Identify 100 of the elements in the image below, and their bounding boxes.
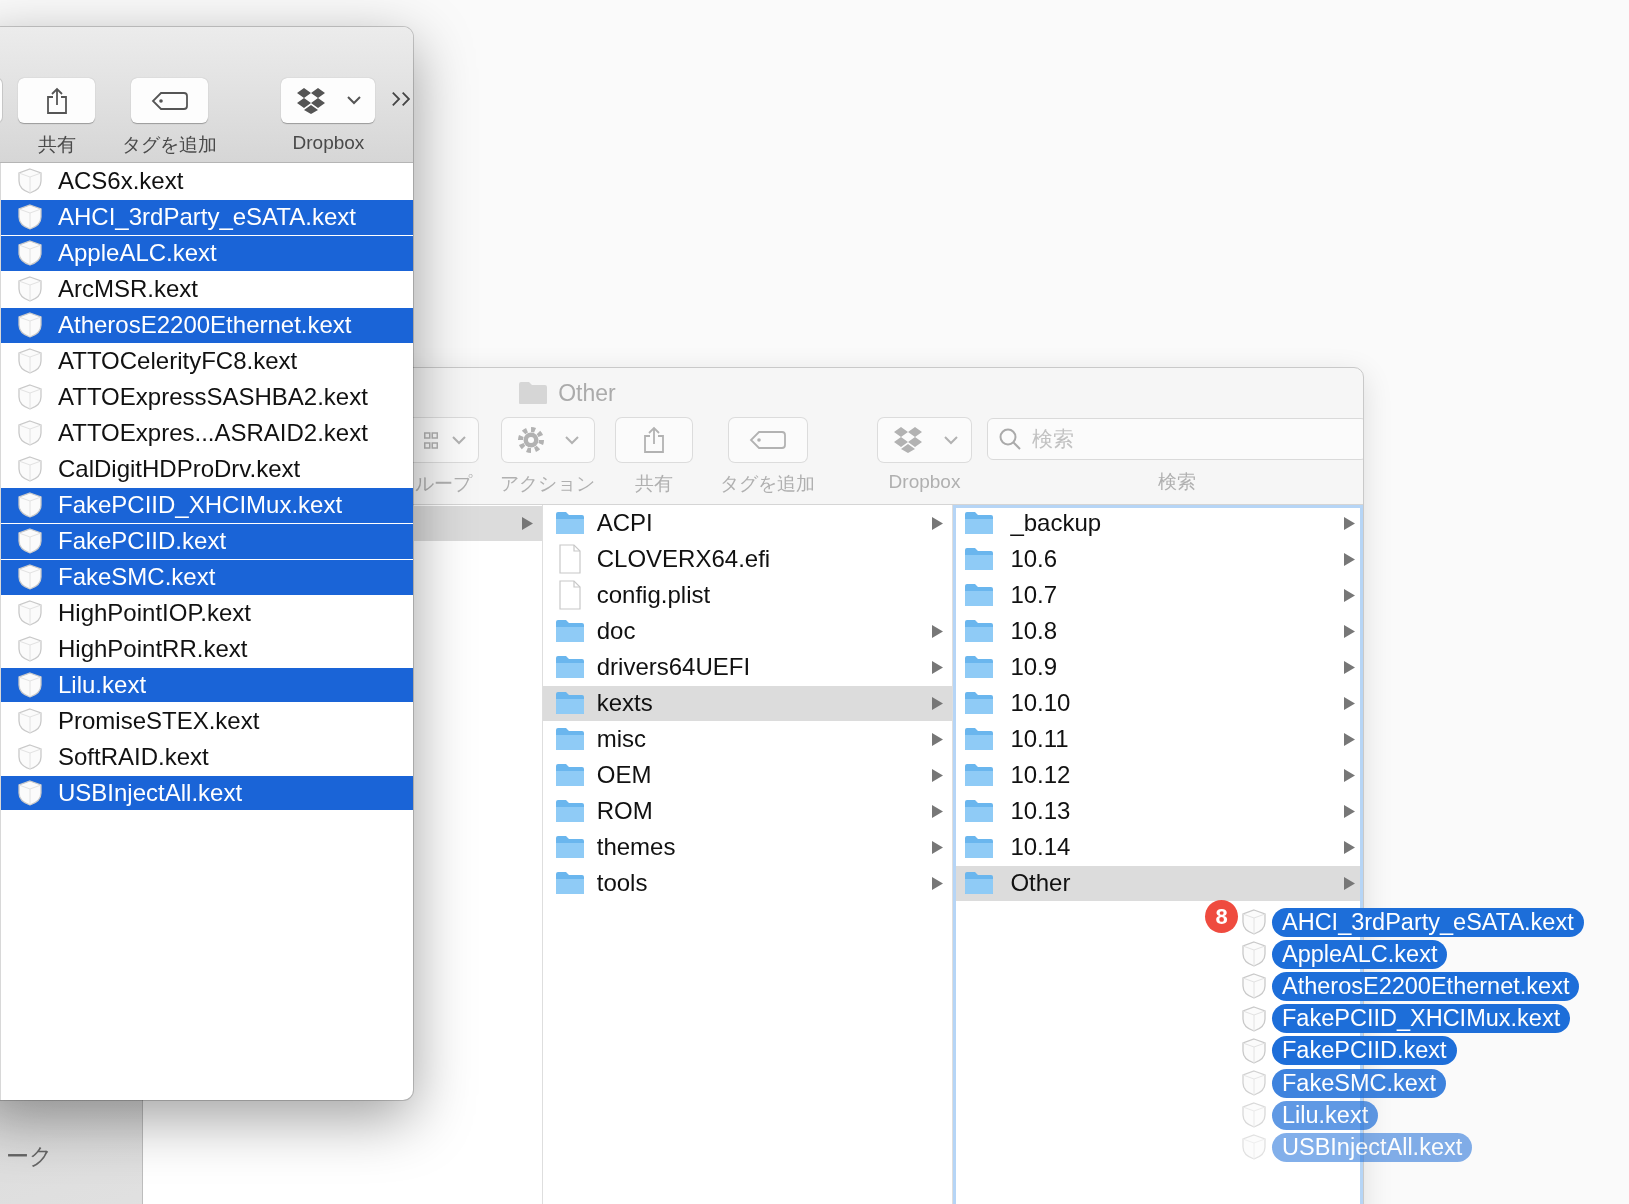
share-icon (45, 86, 68, 115)
tag-icon (150, 90, 189, 111)
folder-row[interactable]: doc (542, 613, 953, 649)
item-name: 10.7 (1010, 581, 1058, 610)
file-row[interactable]: ATTOCelerityFC8.kext (1, 343, 413, 379)
file-row[interactable]: ATTOExpressSASHBA2.kext (1, 379, 413, 415)
sidebar-item[interactable]: ーク (6, 1143, 53, 1169)
folder-row[interactable] (413, 506, 542, 541)
search-field[interactable]: 検索 (987, 418, 1363, 460)
folder-row[interactable]: 10.12 (956, 757, 1360, 793)
kext-icon (16, 743, 44, 772)
kext-icon (1240, 1004, 1268, 1033)
item-name: doc (596, 617, 636, 646)
toolbar-label: 共有 (635, 472, 673, 496)
dragged-file-name: AtherosE2200Ethernet.kext (1272, 971, 1580, 1001)
folder-row[interactable]: 10.8 (956, 613, 1360, 649)
item-name: 10.11 (1010, 725, 1069, 754)
kext-icon (16, 275, 44, 304)
folder-icon (964, 655, 995, 680)
folder-row[interactable]: misc (542, 721, 953, 757)
file-row[interactable]: USBInjectAll.kext (1, 775, 413, 811)
tag-button[interactable] (131, 78, 209, 123)
folder-row[interactable]: 10.13 (956, 793, 1360, 829)
file-row[interactable]: CLOVERX64.efi (542, 542, 953, 577)
folder-row[interactable]: _backup (956, 506, 1360, 541)
group-button[interactable] (413, 418, 478, 462)
folder-row[interactable]: 10.7 (956, 577, 1360, 613)
dragged-file-name: USBInjectAll.kext (1272, 1132, 1473, 1162)
toolbar-label: Dropbox (292, 132, 365, 154)
kext-icon (1240, 940, 1268, 969)
item-name: 10.8 (1010, 617, 1058, 646)
file-row[interactable]: FakePCIID.kext (1, 523, 413, 559)
file-row[interactable]: CalDigitHDProDrv.kext (1, 451, 413, 487)
kext-icon (1240, 1036, 1268, 1065)
file-row[interactable]: ATTOExpres...ASRAID2.kext (1, 415, 413, 451)
file-row[interactable]: Lilu.kext (1, 667, 413, 703)
item-name: 10.9 (1010, 653, 1058, 682)
file-row[interactable]: config.plist (542, 577, 953, 613)
kext-icon (1240, 908, 1268, 937)
file-row[interactable]: AHCI_3rdParty_eSATA.kext (1, 200, 413, 235)
kext-icon (16, 419, 44, 448)
disclosure-arrow-icon (932, 732, 944, 746)
item-name: 10.6 (1010, 545, 1058, 574)
dragged-file-name: Lilu.kext (1272, 1100, 1379, 1130)
kext-icon (16, 707, 44, 736)
file-row[interactable]: ArcMSR.kext (1, 271, 413, 307)
disclosure-arrow-icon (1344, 732, 1355, 746)
dragged-file-name: FakeSMC.kext (1272, 1068, 1447, 1098)
toolbar-label: タグを追加 (720, 472, 815, 496)
item-name: drivers64UEFI (596, 653, 751, 682)
file-name: ATTOExpres...ASRAID2.kext (58, 419, 368, 448)
file-row[interactable]: FakeSMC.kext (1, 559, 413, 595)
grid-icon (424, 431, 438, 449)
toolbar-label: アクション (500, 472, 595, 496)
file-row[interactable]: HighPointIOP.kext (1, 595, 413, 631)
more-chevron-icon[interactable] (391, 89, 413, 109)
folder-row[interactable]: 10.14 (956, 829, 1360, 865)
item-name: config.plist (596, 581, 711, 610)
file-row[interactable]: AppleALC.kext (1, 235, 413, 271)
file-name: AHCI_3rdParty_eSATA.kext (58, 203, 356, 232)
file-name: PromiseSTEX.kext (58, 707, 260, 736)
folder-row[interactable]: tools (542, 865, 953, 901)
file-row[interactable]: FakePCIID_XHCIMux.kext (1, 487, 413, 523)
window-title: Other (558, 379, 616, 407)
file-name: ArcMSR.kext (58, 275, 198, 304)
dropbox-button[interactable] (281, 78, 376, 123)
folder-row[interactable]: 10.11 (956, 721, 1360, 757)
file-row[interactable]: AtherosE2200Ethernet.kext (1, 307, 413, 343)
disclosure-arrow-icon (1344, 552, 1355, 566)
folder-row[interactable]: 10.6 (956, 542, 1360, 577)
item-name: OEM (596, 761, 652, 790)
folder-icon (964, 691, 995, 716)
kext-icon (16, 527, 44, 556)
kext-icon (1240, 972, 1268, 1001)
file-row[interactable]: HighPointRR.kext (1, 631, 413, 667)
folder-icon (964, 727, 995, 752)
share-button[interactable] (18, 78, 96, 123)
folder-row[interactable]: ROM (542, 793, 953, 829)
file-name: ACS6x.kext (58, 167, 184, 196)
folder-row[interactable]: 10.9 (956, 649, 1360, 685)
folder-icon (964, 763, 995, 788)
file-name: Lilu.kext (58, 671, 147, 700)
folder-icon (964, 583, 995, 608)
item-name: 10.13 (1010, 797, 1071, 826)
item-name: ROM (596, 797, 653, 826)
folder-row[interactable]: themes (542, 829, 953, 865)
action-button[interactable] (501, 418, 594, 462)
file-row[interactable]: SoftRAID.kext (1, 739, 413, 775)
folder-row[interactable]: 10.10 (956, 685, 1360, 721)
item-name: 10.14 (1010, 833, 1071, 862)
folder-icon (554, 655, 585, 680)
folder-row[interactable]: drivers64UEFI (542, 649, 953, 685)
file-row[interactable]: ACS6x.kext (1, 164, 413, 199)
disclosure-arrow-icon (1344, 696, 1355, 710)
file-row[interactable]: PromiseSTEX.kext (1, 703, 413, 739)
folder-row[interactable]: Other (956, 865, 1360, 901)
folder-row[interactable]: ACPI (542, 506, 953, 541)
folder-row[interactable]: OEM (542, 757, 953, 793)
item-name: tools (596, 869, 648, 898)
folder-row[interactable]: kexts (542, 685, 953, 721)
